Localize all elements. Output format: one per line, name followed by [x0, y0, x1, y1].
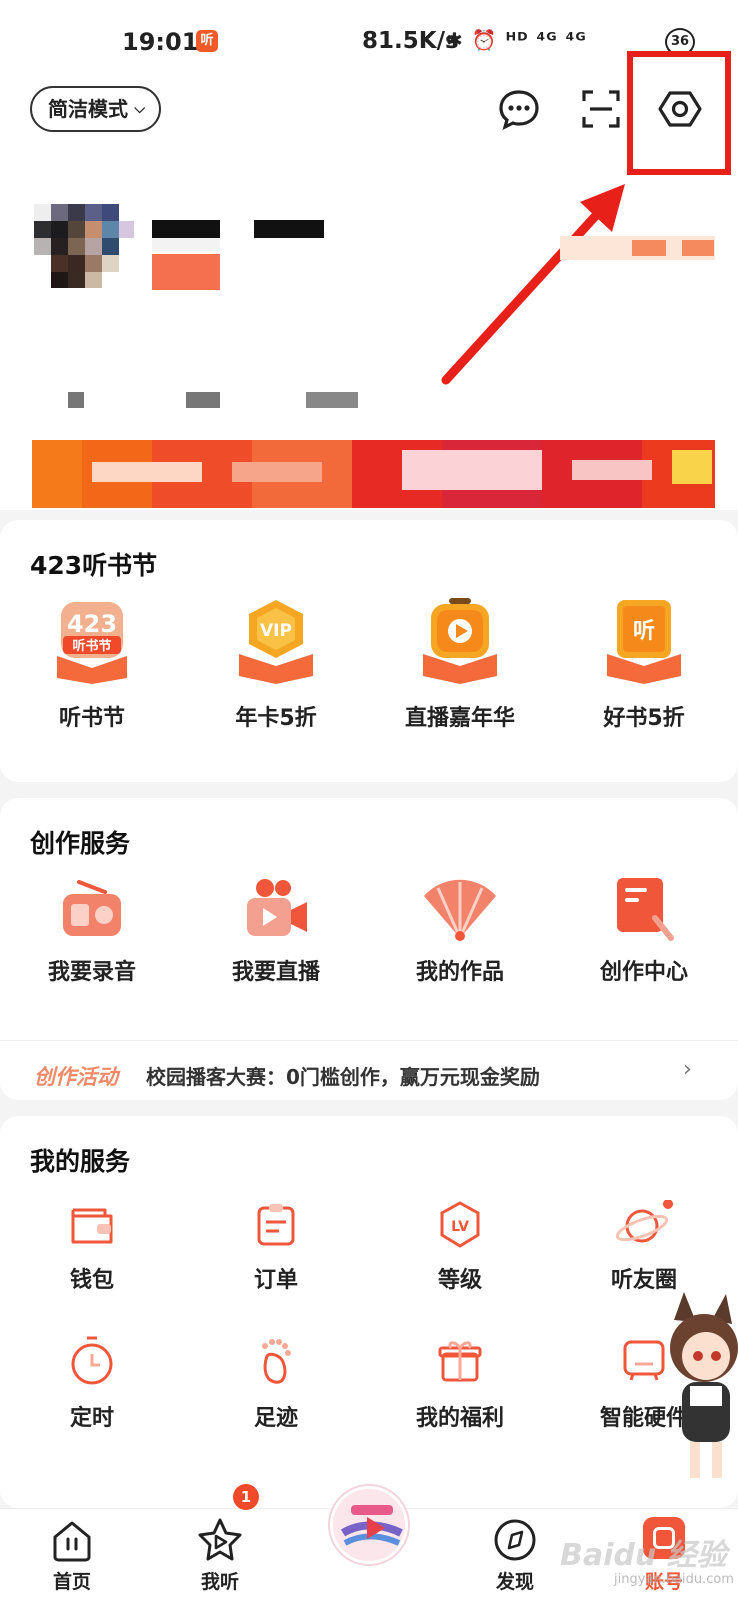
- service-item[interactable]: 足迹: [184, 1334, 368, 1454]
- creation-activity-row[interactable]: 创作活动 校园播客大赛：0门槛创作，赢万元现金奖励 ›: [0, 1040, 738, 1106]
- compass-icon: [494, 1519, 536, 1561]
- creation-item[interactable]: 创作中心: [552, 874, 736, 1024]
- creation-item-label: 我要直播: [231, 960, 320, 985]
- watermark-url: jingyan.baidu.com: [614, 1572, 734, 1587]
- username-redacted: [254, 220, 324, 238]
- tab-badge: 1: [233, 1484, 259, 1510]
- service-item-label: 我的福利: [415, 1406, 504, 1431]
- service-item-label: 定时: [69, 1406, 114, 1431]
- services-card: 我的服务 钱包 订单 LV 等级 听友圈 定时 足迹 我的福利 智能硬件: [0, 1116, 738, 1508]
- service-item-label: 足迹: [253, 1406, 298, 1431]
- footprint-icon: [262, 1339, 291, 1384]
- promo-banner[interactable]: [32, 440, 715, 508]
- creation-item-label: 我的作品: [415, 960, 504, 985]
- creation-title: 创作服务: [30, 829, 131, 858]
- creation-item[interactable]: 我要录音: [0, 874, 184, 1024]
- radio-icon: [63, 880, 121, 936]
- svg-text:听书节: 听书节: [72, 638, 111, 654]
- username-redacted: [152, 220, 220, 238]
- status-time: 19:01: [122, 28, 199, 56]
- member-badge-redacted: [152, 254, 220, 290]
- creation-item-label: 我要录音: [47, 960, 136, 985]
- festival-423-icon: 423 听书节: [57, 602, 127, 684]
- redacted-block: [632, 240, 666, 256]
- service-item[interactable]: 定时: [0, 1334, 184, 1454]
- svg-text:LV: LV: [451, 1219, 469, 1235]
- redacted-block: [682, 240, 714, 256]
- pointer-arrow-icon: [441, 184, 625, 385]
- stat-redacted: [306, 392, 358, 408]
- chevron-right-icon: ›: [683, 1057, 692, 1082]
- service-item-label: 钱包: [69, 1268, 114, 1293]
- wallet-icon: [71, 1208, 113, 1244]
- festival-item-label: 直播嘉年华: [404, 706, 515, 731]
- highlight-box: [627, 51, 731, 175]
- tab-home[interactable]: 首页: [22, 1509, 122, 1600]
- creation-card: 创作服务 我要录音 我要直播 我的作品 创作中心 创作活动 校园播客大赛：0门槛…: [0, 798, 738, 1100]
- tab-discover[interactable]: 发现: [465, 1509, 565, 1600]
- app-notification-icon: 听: [196, 30, 218, 52]
- avatar[interactable]: [34, 204, 134, 288]
- network-speed: 81.5K/s: [362, 28, 459, 54]
- tab-label: 首页: [52, 1571, 91, 1593]
- svg-text:听: 听: [633, 619, 655, 644]
- watermark: Baidu 经验: [560, 1538, 727, 1573]
- festival-item[interactable]: 423 听书节 听书节: [0, 596, 184, 756]
- stat-redacted: [68, 392, 84, 408]
- gift-icon: [438, 1341, 482, 1382]
- home-icon: [53, 1521, 91, 1562]
- vip-icon: VIP: [239, 600, 313, 684]
- level-icon: LV: [440, 1201, 480, 1248]
- redacted-block: [152, 238, 220, 252]
- creation-item-label: 创作中心: [599, 960, 688, 985]
- service-item[interactable]: 我的福利: [368, 1334, 552, 1454]
- camera-icon: [247, 879, 307, 936]
- message-icon[interactable]: [494, 84, 544, 134]
- festival-title: 423听书节: [30, 551, 158, 580]
- fan-icon: [424, 879, 496, 941]
- service-item[interactable]: 订单: [184, 1200, 368, 1320]
- creation-item[interactable]: 我的作品: [368, 874, 552, 1024]
- festival-item[interactable]: 听 好书5折: [552, 596, 736, 756]
- mascot-image[interactable]: [660, 1290, 738, 1490]
- tab-label: 我听: [200, 1571, 239, 1593]
- star-play-icon: [198, 1518, 242, 1561]
- order-icon: [257, 1204, 295, 1246]
- festival-item-label: 好书5折: [603, 706, 685, 731]
- svg-text:VIP: VIP: [260, 621, 292, 641]
- stat-redacted: [186, 392, 220, 408]
- status-icons: ✱ ⏰ ᴴᴰ ⁴ᴳ ⁴ᴳ: [446, 28, 587, 52]
- svg-text:423: 423: [67, 610, 117, 638]
- mode-label: 简洁模式: [48, 97, 128, 121]
- planet-icon: [615, 1200, 673, 1243]
- festival-item[interactable]: 直播嘉年华: [368, 596, 552, 756]
- service-item-label: 订单: [253, 1268, 298, 1293]
- edit-center-icon: [617, 878, 674, 941]
- creation-item[interactable]: 我要直播: [184, 874, 368, 1024]
- mode-switch-button[interactable]: 简洁模式 ⌵: [30, 86, 161, 132]
- live-play-icon: [423, 598, 497, 684]
- activity-tag: 创作活动: [34, 1065, 118, 1089]
- service-item[interactable]: LV 等级: [368, 1200, 552, 1320]
- tab-label: 发现: [495, 1571, 534, 1593]
- tab-listen[interactable]: 我听: [170, 1509, 270, 1600]
- festival-card: 423听书节 423 听书节 听书节 VIP 年卡5折 直播嘉年华 听 好书5折: [0, 520, 738, 782]
- services-title: 我的服务: [30, 1147, 131, 1176]
- festival-item[interactable]: VIP 年卡5折: [184, 596, 368, 756]
- service-item[interactable]: 钱包: [0, 1200, 184, 1320]
- center-play-disc[interactable]: [330, 1486, 408, 1564]
- book-listen-icon: 听: [607, 600, 681, 684]
- service-item-label: 等级: [437, 1268, 482, 1293]
- festival-item-label: 年卡5折: [235, 706, 317, 731]
- scan-icon[interactable]: [576, 84, 626, 134]
- chevron-down-icon: ⌵: [134, 101, 145, 117]
- activity-text: 校园播客大赛：0门槛创作，赢万元现金奖励: [146, 1065, 540, 1089]
- festival-item-label: 听书节: [58, 706, 125, 731]
- timer-icon: [71, 1336, 113, 1385]
